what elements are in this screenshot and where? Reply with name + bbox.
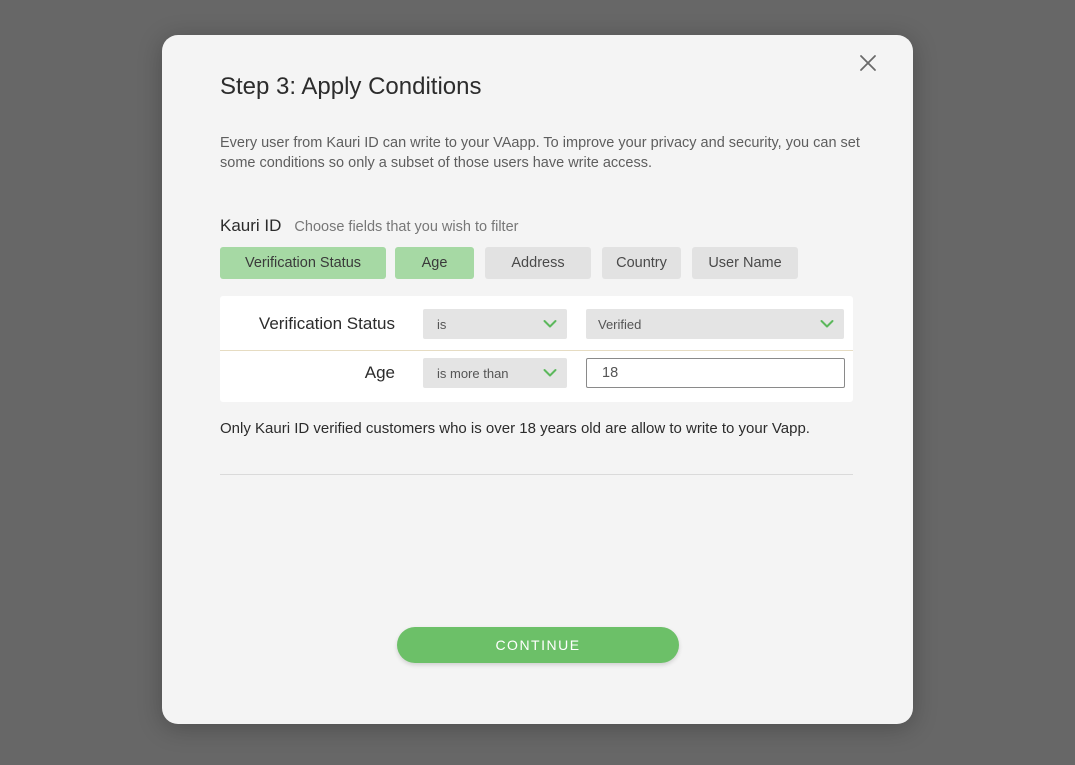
modal-title: Step 3: Apply Conditions — [220, 73, 482, 100]
continue-button[interactable]: CONTINUE — [397, 627, 679, 663]
close-icon[interactable] — [856, 51, 880, 75]
value-selected: Verified — [598, 316, 642, 332]
operator-select[interactable]: is — [423, 309, 567, 339]
chip-verification-status[interactable]: Verification Status — [220, 247, 386, 279]
close-button[interactable] — [856, 51, 880, 75]
chevron-down-icon — [543, 369, 557, 377]
conditions-panel: Verification Status is Verified Age is m… — [220, 296, 853, 402]
section-title: Kauri ID — [220, 216, 282, 235]
divider — [220, 474, 853, 475]
value-select[interactable]: Verified — [586, 309, 844, 339]
operator-select[interactable]: is more than — [423, 358, 567, 388]
chip-user-name[interactable]: User Name — [692, 247, 798, 279]
chip-address[interactable]: Address — [485, 247, 591, 279]
condition-field-label: Verification Status — [258, 314, 395, 333]
conditions-summary: Only Kauri ID verified customers who is … — [220, 420, 810, 437]
section-subtitle: Choose fields that you wish to filter — [294, 219, 519, 235]
chevron-down-icon — [820, 320, 834, 328]
operator-value: is more than — [437, 365, 509, 381]
chip-age[interactable]: Age — [395, 247, 474, 279]
condition-field-label: Age — [364, 363, 395, 382]
operator-value: is — [437, 316, 447, 332]
chip-country[interactable]: Country — [602, 247, 681, 279]
chevron-down-icon — [543, 320, 557, 328]
row-divider — [220, 350, 853, 351]
filter-section-header: Kauri ID Choose fields that you wish to … — [220, 216, 518, 236]
modal-description: Every user from Kauri ID can write to yo… — [220, 135, 860, 171]
age-value-input[interactable] — [586, 358, 845, 388]
apply-conditions-modal: Step 3: Apply Conditions Every user from… — [162, 35, 913, 724]
